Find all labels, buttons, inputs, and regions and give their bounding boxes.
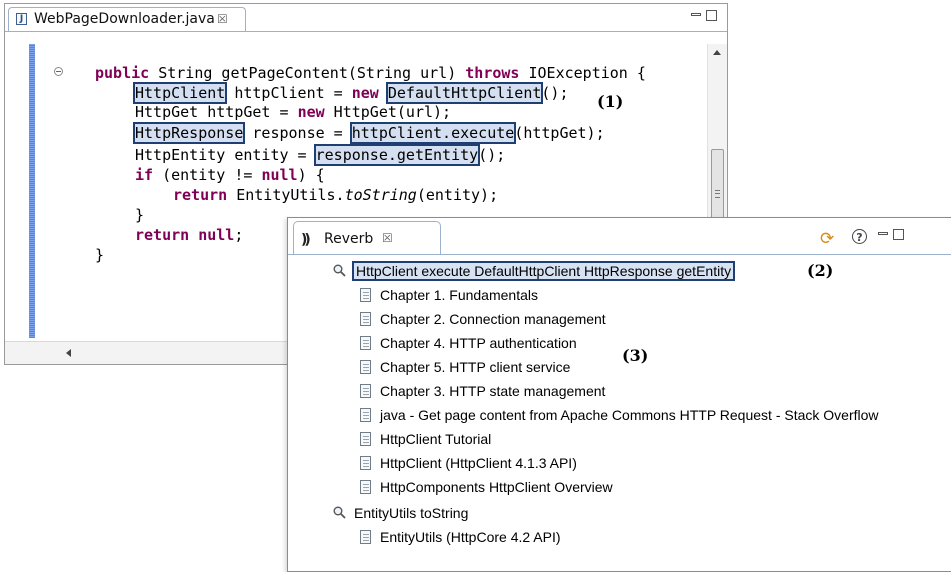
code-line-10: }: [95, 246, 105, 264]
code-line-6: if (entity != null) {: [135, 166, 325, 184]
reverb-tab[interactable]: )) Reverb ☒: [293, 221, 441, 254]
maximize-icon[interactable]: [893, 229, 904, 240]
tab-divider: [288, 254, 951, 255]
scroll-up-icon[interactable]: [713, 50, 721, 55]
minimize-icon[interactable]: [691, 13, 701, 16]
code-line-7: return EntityUtils.toString(entity);: [173, 186, 499, 204]
search-icon: [333, 506, 346, 519]
annotation-3: (3): [622, 346, 649, 365]
document-icon: [360, 384, 371, 398]
editor-tab-bar: J WebPageDownloader.java ☒: [5, 4, 727, 31]
tab-divider: [5, 31, 727, 32]
help-icon[interactable]: ?: [852, 229, 867, 244]
minimize-icon[interactable]: [878, 232, 888, 235]
query-label: EntityUtils toString: [354, 505, 469, 521]
highlight-execute: httpClient.execute: [349, 122, 517, 144]
scroll-left-icon[interactable]: [66, 349, 71, 357]
reverb-view-window: )) Reverb ☒ ⟳ ? HttpClient execute Defau…: [287, 217, 951, 572]
close-tab-icon[interactable]: ☒: [217, 12, 228, 26]
document-icon: [360, 336, 371, 350]
code-line-1: public String getPageContent(String url)…: [95, 64, 646, 82]
document-icon: [360, 360, 371, 374]
code-line-2: HttpClient httpClient = new DefaultHttpC…: [132, 82, 569, 104]
document-icon: [360, 456, 371, 470]
document-icon: [360, 312, 371, 326]
editor-window-controls: [691, 10, 719, 22]
close-tab-icon[interactable]: ☒: [382, 231, 393, 245]
query-label: HttpClient execute DefaultHttpClient Htt…: [351, 261, 736, 281]
annotation-1: (1): [597, 92, 624, 111]
annotation-2: (2): [807, 261, 834, 280]
java-file-icon: J: [16, 13, 27, 25]
maximize-icon[interactable]: [706, 10, 717, 21]
fold-collapse-icon[interactable]: [54, 67, 63, 76]
document-icon: [360, 432, 371, 446]
highlight-defaulthttpclient: DefaultHttpClient: [385, 82, 544, 104]
highlight-httpclient: HttpClient: [132, 82, 228, 104]
code-line-8: }: [135, 206, 145, 224]
document-icon: [360, 288, 371, 302]
reverb-tab-title: Reverb: [324, 231, 374, 247]
document-icon: [360, 530, 371, 544]
code-line-5: HttpEntity entity = response.getEntity()…: [135, 144, 506, 166]
highlight-getentity: response.getEntity: [313, 144, 481, 166]
editor-tab[interactable]: J WebPageDownloader.java ☒: [8, 7, 246, 31]
code-line-4: HttpResponse response = httpClient.execu…: [132, 122, 605, 144]
code-line-9: return null;: [135, 226, 244, 244]
code-line-3: HttpGet httpGet = new HttpGet(url);: [135, 103, 452, 121]
sync-icon[interactable]: ⟳: [820, 229, 834, 249]
document-icon: [360, 408, 371, 422]
document-icon: [360, 480, 371, 494]
editor-tab-title: WebPageDownloader.java: [34, 11, 215, 27]
line-ruler: [29, 44, 35, 338]
highlight-httpresponse: HttpResponse: [132, 122, 246, 144]
search-icon: [333, 264, 346, 277]
grip-icon: [715, 190, 720, 198]
reverb-logo-icon: )): [301, 232, 311, 248]
